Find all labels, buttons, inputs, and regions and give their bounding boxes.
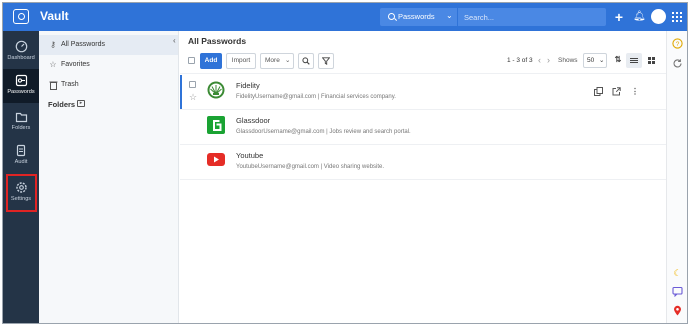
- filter-trash[interactable]: Trash: [39, 75, 178, 95]
- page-title: All Passwords: [188, 36, 247, 46]
- svg-text:?: ?: [676, 41, 680, 48]
- divider: [180, 73, 666, 74]
- key-icon: ⚷: [50, 40, 56, 49]
- copy-icon[interactable]: [594, 87, 603, 98]
- collapse-panel-icon[interactable]: ‹: [173, 36, 176, 45]
- refresh-icon[interactable]: [671, 58, 684, 71]
- search-icon: [302, 57, 310, 65]
- filter-label: Trash: [61, 81, 79, 88]
- more-options-icon[interactable]: ⋮: [631, 87, 639, 96]
- open-link-icon[interactable]: [612, 87, 621, 98]
- chevron-down-icon: ⌄: [599, 57, 605, 64]
- search-button[interactable]: [298, 53, 314, 69]
- chat-icon[interactable]: [671, 286, 684, 299]
- app-title: Vault: [40, 9, 69, 23]
- favorite-star-icon[interactable]: ☆: [189, 92, 197, 103]
- row-name: Fidelity: [236, 81, 260, 90]
- nav-item-dashboard[interactable]: Dashboard: [3, 35, 39, 69]
- main-content: All Passwords Add Import More ⌄ 1 - 3 of…: [180, 31, 666, 323]
- filter-favorites[interactable]: ☆ Favorites: [39, 55, 178, 75]
- row-detail: FidelityUsername@gmail.com | Financial s…: [236, 94, 396, 100]
- filter-button[interactable]: [318, 53, 334, 69]
- nav-item-label: Audit: [14, 159, 28, 165]
- search-icon: [388, 13, 395, 20]
- nav-item-passwords[interactable]: Passwords: [3, 69, 39, 103]
- top-bar: Vault Passwords ⌄ + 🔔︎: [3, 3, 687, 31]
- bell-icon[interactable]: 🔔︎: [633, 8, 646, 26]
- row-name: Glassdoor: [236, 116, 271, 125]
- password-row[interactable]: ☆ Fidelity FidelityUsername@gmail.com | …: [180, 75, 666, 109]
- page-size-select[interactable]: 50 ⌄: [583, 53, 607, 68]
- apps-grid-icon[interactable]: [672, 12, 682, 22]
- nav-item-folders[interactable]: Folders: [3, 105, 39, 139]
- add-folder-icon[interactable]: ▸: [77, 100, 85, 107]
- filter-icon: [321, 57, 331, 65]
- selected-indicator: [180, 75, 182, 109]
- key-icon: [14, 74, 28, 87]
- grid-view-button[interactable]: [644, 53, 660, 68]
- settings-highlight-box: [6, 174, 37, 212]
- moon-icon[interactable]: ☾: [671, 267, 684, 280]
- nav-item-label: Dashboard: [7, 55, 35, 61]
- page-size-label: Shows: [558, 57, 578, 64]
- star-icon: ☆: [49, 60, 57, 69]
- sort-icon[interactable]: ⇅: [612, 53, 624, 67]
- left-nav: Dashboard Passwords Folders Audit Settin…: [3, 31, 39, 323]
- trash-icon: [48, 80, 58, 90]
- add-button[interactable]: Add: [200, 53, 222, 69]
- gauge-icon: [14, 40, 28, 53]
- row-detail: YoutubeUsername@gmail.com | Video sharin…: [236, 164, 385, 170]
- row-checkbox[interactable]: [189, 81, 196, 88]
- select-all-checkbox[interactable]: [188, 57, 195, 64]
- filter-label: Favorites: [61, 61, 90, 68]
- folder-icon: [14, 110, 28, 123]
- pagination-range: 1 - 3 of 3: [507, 57, 533, 64]
- app-window: Vault Passwords ⌄ + 🔔︎ Dashboard: [2, 2, 688, 324]
- nav-item-audit[interactable]: Audit: [3, 139, 39, 173]
- row-detail: GlassdoorUsername@gmail.com | Jobs revie…: [236, 129, 411, 135]
- search-scope-dropdown[interactable]: Passwords ⌄: [380, 8, 458, 26]
- fidelity-logo: [207, 81, 225, 99]
- search-scope-label: Passwords: [398, 12, 435, 21]
- password-row[interactable]: Glassdoor GlassdoorUsername@gmail.com | …: [180, 110, 666, 144]
- divider: [180, 179, 666, 180]
- password-row[interactable]: Youtube YoutubeUsername@gmail.com | Vide…: [180, 145, 666, 179]
- chevron-down-icon: ⌄: [446, 11, 453, 20]
- plus-icon[interactable]: +: [612, 8, 626, 26]
- list-view-button[interactable]: [626, 53, 642, 68]
- folders-heading: Folders: [48, 100, 76, 109]
- page-size-value: 50: [587, 57, 595, 64]
- import-button[interactable]: Import: [226, 53, 256, 69]
- glassdoor-logo: [207, 116, 225, 134]
- chevron-down-icon: ⌄: [285, 57, 291, 64]
- filter-all-passwords[interactable]: ⚷ All Passwords: [39, 35, 178, 55]
- more-button[interactable]: More ⌄: [260, 53, 294, 69]
- search-bar: Passwords ⌄: [380, 8, 606, 26]
- prev-page-icon[interactable]: ‹: [538, 55, 541, 65]
- more-label: More: [265, 57, 280, 64]
- youtube-logo: [207, 153, 225, 167]
- nav-item-label: Folders: [11, 125, 31, 131]
- right-rail: ? ☾: [666, 31, 687, 323]
- nav-item-label: Passwords: [7, 89, 35, 95]
- search-input[interactable]: [464, 8, 604, 26]
- next-page-icon[interactable]: ›: [547, 55, 550, 65]
- password-filter-panel: ⚷ All Passwords ☆ Favorites Trash Folder…: [39, 31, 179, 323]
- vault-logo-icon: [13, 9, 29, 24]
- location-pin-icon[interactable]: [671, 305, 684, 318]
- avatar[interactable]: [651, 9, 666, 24]
- filter-label: All Passwords: [61, 41, 105, 48]
- audit-icon: [14, 144, 28, 157]
- row-name: Youtube: [236, 151, 264, 160]
- help-icon[interactable]: ?: [671, 38, 684, 51]
